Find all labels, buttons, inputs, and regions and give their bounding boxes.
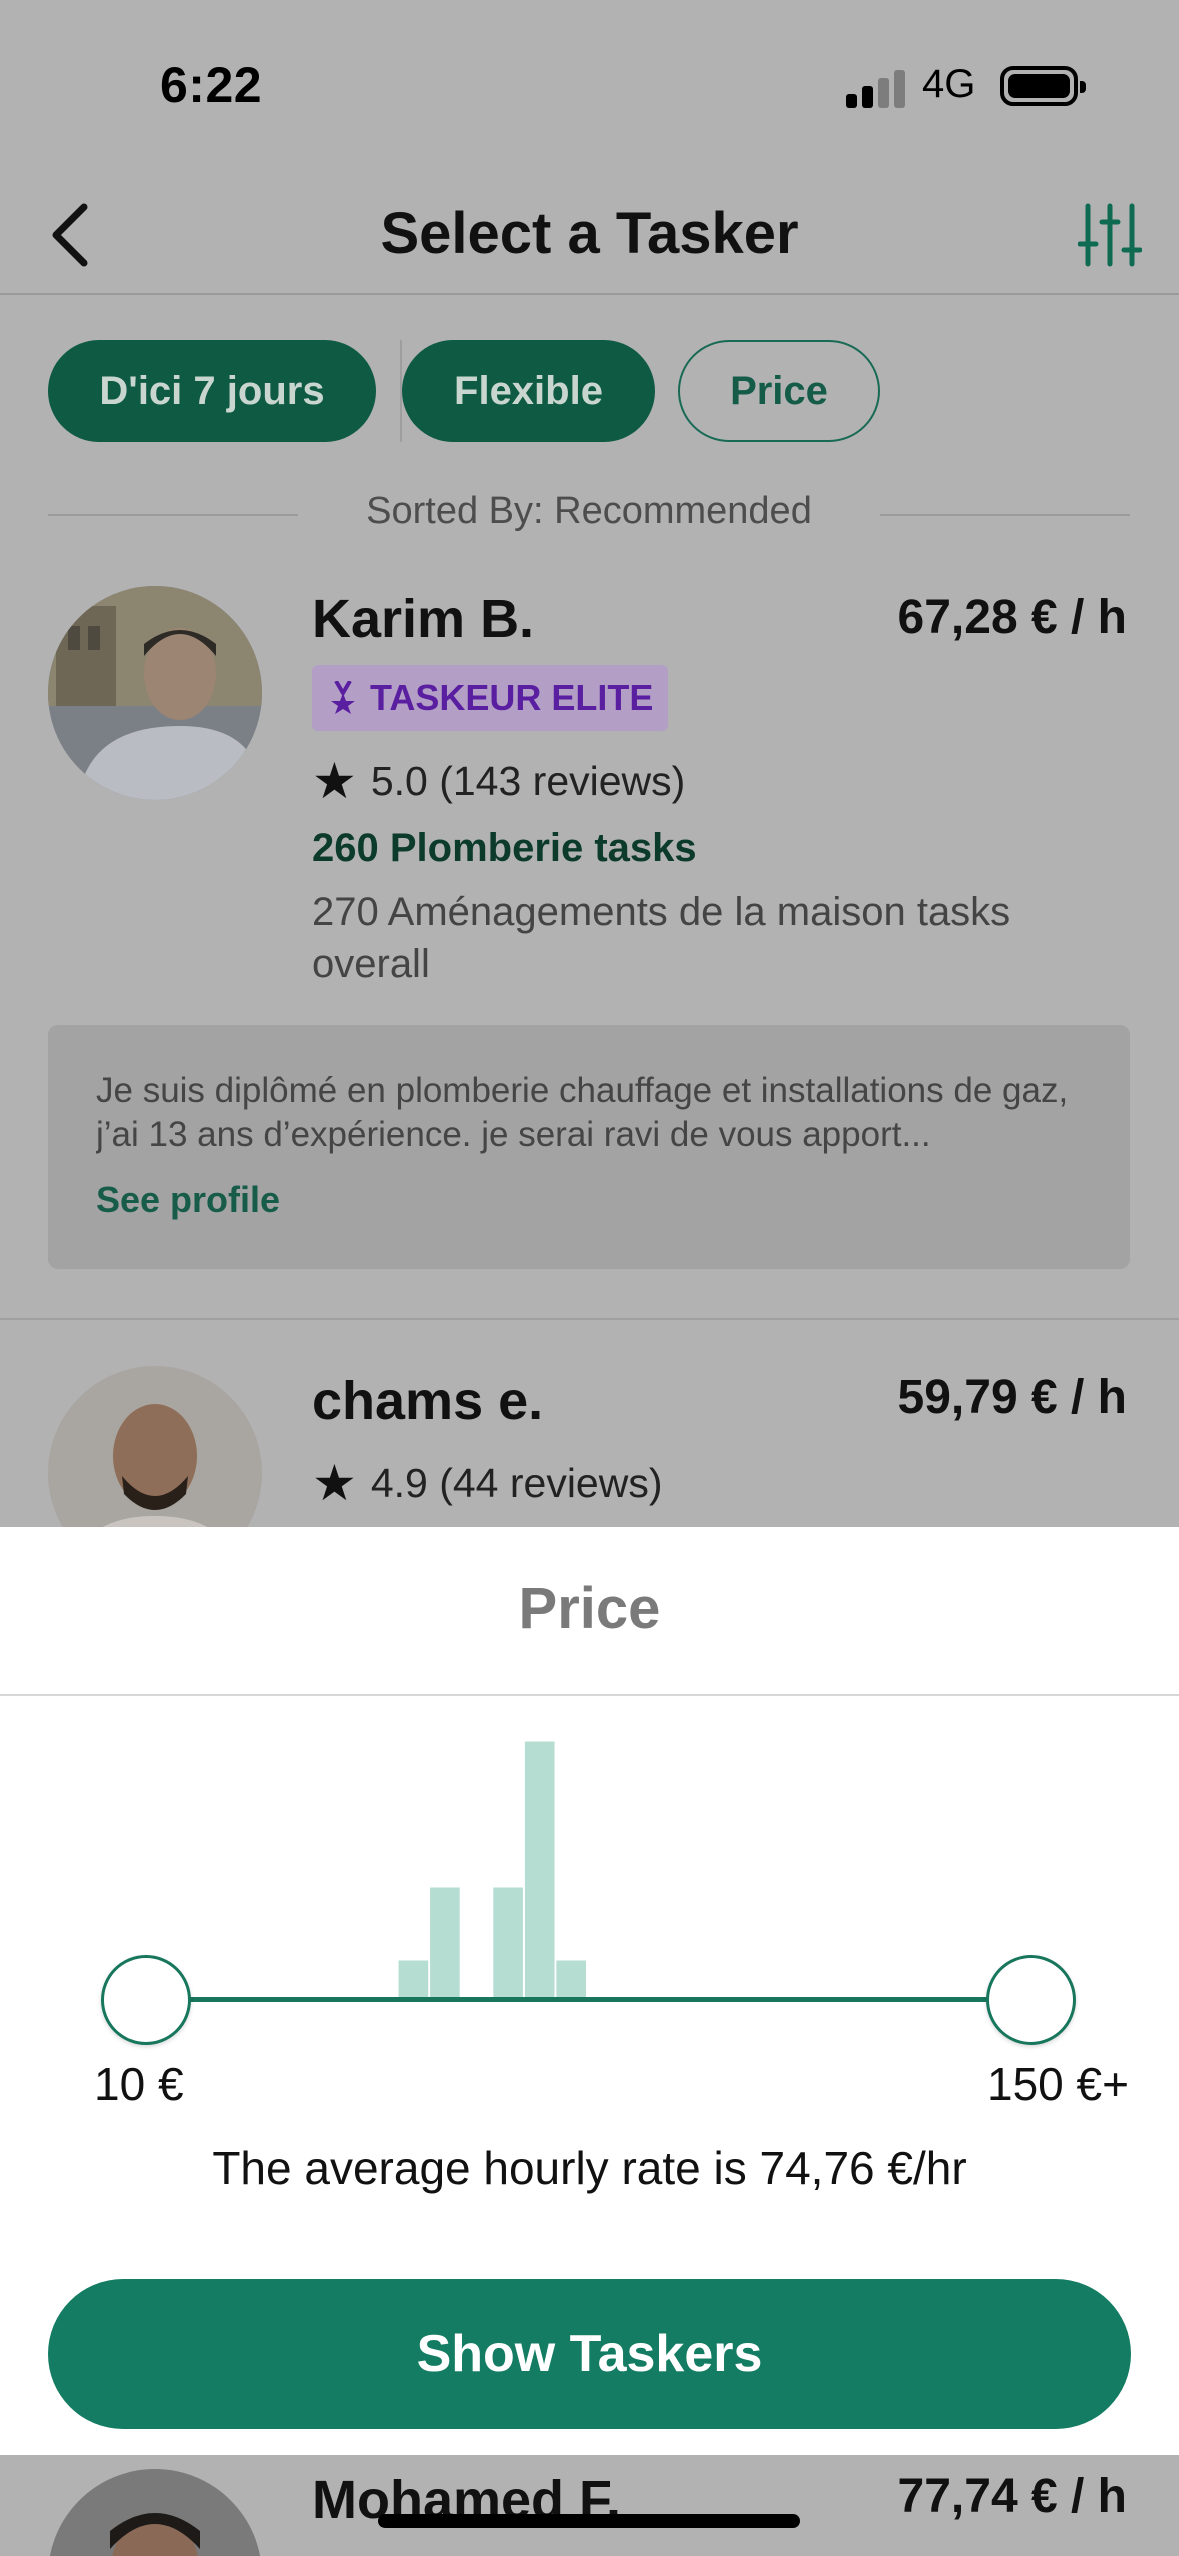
histogram-bar (398, 1960, 429, 1997)
price-min-handle[interactable] (101, 1955, 191, 2045)
show-taskers-button[interactable]: Show Taskers (48, 2279, 1131, 2429)
histogram-bar (556, 1960, 586, 1997)
tasker-price: 77,74 € / h (897, 2470, 1127, 2523)
rating-text: 4.9 (44 reviews) (370, 1459, 663, 1506)
tasker-name: chams e. (312, 1371, 544, 1431)
price-max-handle[interactable] (986, 1955, 1076, 2045)
tasker-price: 59,79 € / h (897, 1371, 1127, 1424)
price-max-label: 150 €+ (987, 2058, 1129, 2110)
avatar (48, 2469, 262, 2556)
histogram-bar (430, 1887, 460, 1997)
price-slider-track[interactable] (146, 1997, 1030, 2002)
price-sheet: Price 10 € 150 €+ The average hourly rat… (0, 1527, 1179, 2455)
histogram-bar (493, 1887, 523, 1997)
rating: ★ 4.9 (44 reviews) (312, 1458, 663, 1508)
price-min-label: 10 € (94, 2058, 184, 2110)
average-rate-text: The average hourly rate is 74,76 €/hr (212, 2142, 967, 2194)
home-indicator (378, 2514, 800, 2528)
tasker-card[interactable]: Mohamed F. 77,74 € / h (0, 2455, 1179, 2556)
histogram-bar (524, 1741, 555, 1997)
star-icon: ★ (312, 1455, 357, 1511)
tasker-card[interactable]: chams e. 59,79 € / h ★ 4.9 (44 reviews) (0, 0, 1179, 1580)
